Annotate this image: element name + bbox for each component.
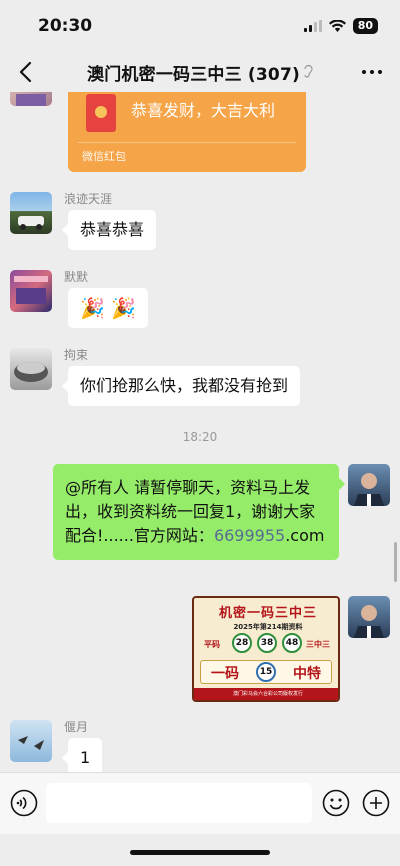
message-text: 1 bbox=[80, 748, 91, 767]
avatar[interactable] bbox=[348, 596, 390, 638]
message-text: 配合!......官方网站： bbox=[65, 526, 214, 545]
wifi-icon bbox=[328, 20, 346, 32]
party-popper-icon: 🎉 🎉 bbox=[80, 296, 137, 320]
avatar[interactable] bbox=[10, 192, 52, 234]
message-text: 你们抢那么快，我都没有抢到 bbox=[80, 376, 289, 395]
red-packet-message[interactable]: 恭喜发财，大吉大利 微信红包 bbox=[68, 92, 306, 172]
status-indicators: 80 bbox=[303, 18, 378, 34]
input-bar bbox=[0, 772, 400, 834]
sender-name: 浪迹天涯 bbox=[64, 192, 113, 206]
avatar[interactable] bbox=[10, 348, 52, 390]
chat-header: 澳门机密一码三中三 (307) bbox=[0, 52, 400, 92]
message-line: 配合!......官方网站：6699955.com bbox=[65, 524, 327, 548]
poster-right-label: 三中三 bbox=[306, 640, 330, 649]
emoji-message[interactable]: 🎉 🎉 bbox=[68, 288, 149, 328]
battery-level: 80 bbox=[352, 18, 378, 34]
avatar[interactable] bbox=[10, 720, 52, 762]
sender-name: 默默 bbox=[64, 270, 89, 284]
status-bar: 20:30 80 bbox=[0, 0, 400, 52]
poster-footer: 澳门彩马会六合彩公司版权发行 bbox=[194, 688, 338, 700]
avatar[interactable] bbox=[348, 464, 390, 506]
message-bubble[interactable]: 你们抢那么快，我都没有抢到 bbox=[61, 366, 301, 406]
sender-name: 拘束 bbox=[64, 348, 89, 362]
message-line: 出，收到资料统一回复1，谢谢大家 bbox=[65, 502, 316, 521]
more-dots-icon[interactable] bbox=[360, 64, 384, 80]
ear-icon bbox=[303, 64, 313, 81]
number-ball: 38 bbox=[257, 633, 277, 653]
own-message-bubble[interactable]: @所有人 请暂停聊天，资料马上发 出，收到资料统一回复1，谢谢大家 配合!...… bbox=[53, 464, 345, 560]
number-ball: 28 bbox=[232, 633, 252, 653]
voice-icon[interactable] bbox=[10, 789, 38, 817]
message-bubble[interactable]: 恭喜恭喜 bbox=[61, 210, 157, 250]
avatar[interactable] bbox=[10, 270, 52, 312]
message-timestamp: 18:20 bbox=[182, 430, 218, 444]
plus-circle-icon[interactable] bbox=[362, 789, 390, 817]
website-link[interactable]: 6699955 bbox=[214, 526, 285, 545]
avatar[interactable] bbox=[10, 92, 52, 106]
emoji-smile-icon[interactable] bbox=[322, 789, 350, 817]
cellular-signal-icon bbox=[303, 20, 322, 32]
status-time: 20:30 bbox=[38, 16, 93, 36]
sender-name: 偃月 bbox=[64, 720, 89, 734]
lottery-poster-image[interactable]: 机密一码三中三 2025年第214期资料 平码 28 38 48 三中三 一码 … bbox=[192, 596, 340, 702]
divider bbox=[78, 142, 296, 143]
poster-left-label: 平码 bbox=[204, 640, 220, 649]
red-packet-greeting: 恭喜发财，大吉大利 bbox=[131, 101, 276, 120]
back-chevron-icon[interactable] bbox=[16, 60, 36, 84]
message-line: @所有人 请暂停聊天，资料马上发 bbox=[65, 478, 311, 497]
red-packet-label: 微信红包 bbox=[82, 150, 126, 163]
special-number-ball: 15 bbox=[256, 662, 276, 682]
message-input[interactable] bbox=[46, 783, 312, 823]
scrollbar[interactable] bbox=[394, 542, 397, 582]
message-list[interactable]: 恭喜发财，大吉大利 微信红包 浪迹天涯 恭喜恭喜 默默 🎉 🎉 拘束 你们抢那么… bbox=[0, 92, 400, 772]
poster-band: 一码 15 中特 bbox=[200, 660, 332, 684]
poster-title: 机密一码三中三 bbox=[218, 606, 317, 621]
poster-subtitle: 2025年第214期资料 bbox=[233, 623, 303, 631]
band-right-text: 中特 bbox=[293, 666, 321, 682]
red-packet-icon bbox=[86, 94, 116, 132]
chat-title: 澳门机密一码三中三 (307) bbox=[87, 64, 300, 85]
band-left-text: 一码 bbox=[211, 666, 239, 682]
message-text: .com bbox=[285, 526, 325, 545]
message-text: 恭喜恭喜 bbox=[80, 220, 145, 239]
message-bubble[interactable]: 1 bbox=[61, 738, 103, 772]
number-ball: 48 bbox=[282, 633, 302, 653]
home-indicator bbox=[130, 850, 270, 855]
